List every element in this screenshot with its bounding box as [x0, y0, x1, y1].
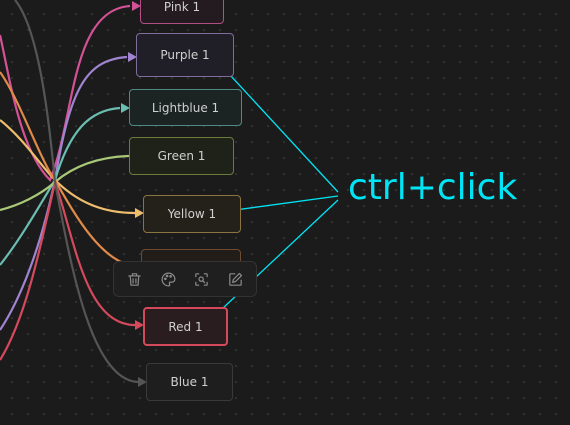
- edge-canvas: [0, 0, 339, 387]
- node-toolbar: [113, 261, 257, 297]
- color-button[interactable]: [154, 265, 182, 293]
- edge-yellow: [0, 119, 136, 215]
- focus-button[interactable]: [188, 265, 216, 293]
- node-green-1[interactable]: Green 1: [129, 137, 234, 175]
- ctrl-click-annotation: ctrl+click: [348, 167, 518, 208]
- pointer-to-purple: [217, 61, 339, 193]
- focus-icon: [195, 272, 209, 286]
- edge-lightblue: [0, 106, 121, 266]
- pointer-to-yellow: [226, 195, 339, 216]
- trash-icon: [128, 272, 142, 286]
- edge-green: [0, 154, 130, 212]
- node-blue-1[interactable]: Blue 1: [146, 363, 233, 401]
- node-lightblue-1[interactable]: Lightblue 1: [129, 89, 242, 126]
- edit-icon: [228, 272, 242, 286]
- node-yellow-1[interactable]: Yellow 1: [143, 195, 241, 233]
- delete-button[interactable]: [121, 265, 149, 293]
- node-purple-1[interactable]: Purple 1: [136, 33, 234, 77]
- edit-button[interactable]: [221, 265, 249, 293]
- node-red-1[interactable]: Red 1: [143, 307, 228, 346]
- palette-icon: [161, 272, 176, 286]
- node-pink-1[interactable]: Pink 1: [140, 0, 224, 24]
